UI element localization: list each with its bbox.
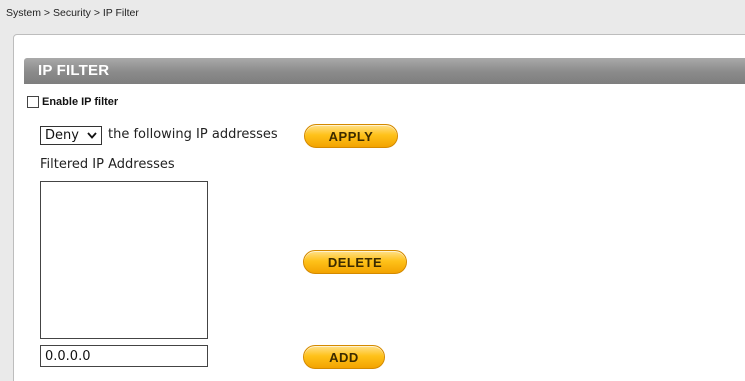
- enable-ip-filter-label: Enable IP filter: [42, 96, 119, 108]
- filtered-ip-list[interactable]: [40, 181, 208, 339]
- ip-filter-page: System > Security > IP Filter IP FILTER …: [0, 0, 745, 381]
- apply-button[interactable]: APPLY: [304, 124, 398, 148]
- section-header-bar: IP FILTER: [24, 58, 745, 84]
- chevron-down-icon: [87, 132, 97, 139]
- breadcrumb: System > Security > IP Filter: [6, 7, 139, 19]
- enable-ip-filter-row[interactable]: Enable IP filter: [27, 96, 118, 108]
- filter-mode-select[interactable]: Deny: [40, 126, 102, 145]
- ip-address-input[interactable]: [40, 345, 208, 367]
- filter-mode-description: the following IP addresses: [108, 127, 278, 142]
- filter-mode-value: Deny: [45, 128, 79, 143]
- filtered-ip-addresses-label: Filtered IP Addresses: [40, 157, 175, 172]
- section-title: IP FILTER: [38, 62, 110, 79]
- add-button[interactable]: ADD: [303, 345, 385, 369]
- delete-button[interactable]: DELETE: [303, 250, 407, 274]
- enable-ip-filter-checkbox[interactable]: [27, 96, 39, 108]
